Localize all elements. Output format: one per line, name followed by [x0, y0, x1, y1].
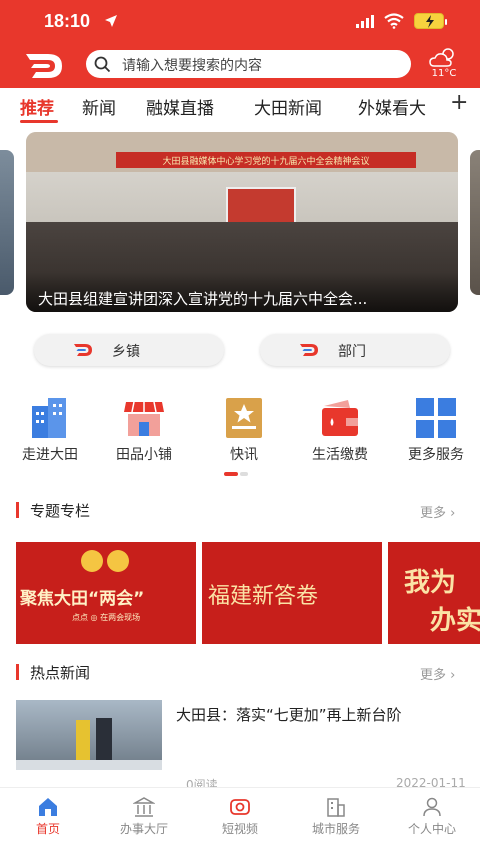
- city-service-icon: [327, 798, 345, 817]
- department-button[interactable]: 部门: [260, 334, 450, 366]
- tab-live[interactable]: 融媒直播: [146, 94, 214, 119]
- nav-city-service[interactable]: 城市服务: [288, 796, 384, 837]
- shortcut-label: 生活缴费: [312, 447, 368, 463]
- nav-label: 首页: [35, 822, 60, 836]
- topics-section-title: 专题专栏: [30, 502, 91, 520]
- search-icon: [94, 56, 111, 73]
- shortcut-label: 更多服务: [408, 447, 464, 463]
- user-icon: [423, 797, 441, 817]
- section-accent-bar: [16, 664, 19, 680]
- more-label: 更多: [420, 506, 447, 521]
- banner-prev-peek[interactable]: [0, 150, 14, 295]
- hot-news-more-link[interactable]: 更多 ›: [420, 664, 455, 683]
- banner-caption: 大田县组建宣讲团深入宣讲党的十九届六中全会...: [38, 290, 368, 308]
- news-thumb-person: [76, 720, 90, 760]
- grid-apps-icon: [416, 398, 456, 438]
- nav-profile[interactable]: 个人中心: [384, 796, 480, 837]
- shortcut-flash-news[interactable]: 快讯: [202, 396, 282, 466]
- nav-label: 办事大厅: [119, 822, 168, 836]
- status-time: 18:10: [44, 11, 91, 31]
- shortcut-page-indicator: [240, 472, 248, 476]
- tab-news[interactable]: 新闻: [82, 94, 116, 119]
- more-label: 更多: [420, 668, 447, 683]
- app-header: 18:10 请输入想要搜索的内容 11°C: [0, 0, 480, 88]
- section-accent-bar: [16, 502, 19, 518]
- township-label: 乡镇: [112, 344, 140, 360]
- government-hall-icon: [133, 797, 155, 817]
- topic-card-title: 聚焦大田“两会”: [20, 589, 145, 609]
- cloudy-weather-icon: [429, 48, 454, 67]
- status-bar: 18:10: [0, 0, 480, 44]
- tab-recommend[interactable]: 推荐: [20, 94, 54, 119]
- news-thumb-ground: [16, 760, 162, 770]
- nav-label: 个人中心: [407, 822, 456, 836]
- banner-projector-screen: [226, 187, 296, 225]
- shortcut-visit-datian[interactable]: 走进大田: [8, 396, 88, 466]
- wifi-icon: [384, 13, 404, 29]
- video-icon: [230, 799, 250, 815]
- department-label: 部门: [338, 344, 366, 360]
- active-tab-indicator: [20, 120, 58, 123]
- nav-home[interactable]: 首页: [0, 796, 96, 837]
- cellular-signal-icon: [356, 15, 374, 28]
- hot-news-section-title: 热点新闻: [30, 664, 91, 682]
- shortcut-shop[interactable]: 田品小铺: [102, 396, 182, 466]
- news-title[interactable]: 大田县：落实“七更加”再上新台阶: [176, 704, 466, 725]
- shortcut-label: 走进大田: [22, 447, 78, 463]
- topic-card-subtitle: 点点 ◎ 在两会现场: [72, 613, 141, 622]
- shortcut-label: 快讯: [230, 447, 258, 463]
- search-placeholder: 请输入想要搜索的内容: [122, 58, 262, 74]
- add-channel-icon[interactable]: +: [450, 90, 468, 115]
- emblem-icon: [81, 550, 129, 572]
- shortcut-page-indicator-active: [224, 472, 238, 476]
- topic-card-for-people[interactable]: 我为 办实: [388, 542, 480, 644]
- tab-datian-news[interactable]: 大田新闻: [254, 94, 322, 119]
- nav-service-hall[interactable]: 办事大厅: [96, 796, 192, 837]
- township-button[interactable]: 乡镇: [34, 334, 224, 366]
- department-logo-icon: [300, 344, 318, 356]
- channel-tabs: 推荐 新闻 融媒直播 大田新闻 外媒看大 +: [0, 88, 480, 124]
- shortcut-bill-pay[interactable]: 生活缴费: [298, 396, 378, 466]
- shop-icon: [124, 401, 164, 436]
- township-logo-icon: [74, 344, 92, 356]
- banner-next-peek[interactable]: [470, 150, 480, 295]
- home-icon: [39, 798, 57, 816]
- charging-bolt-icon: [426, 15, 434, 28]
- weather-widget[interactable]: 11°C: [428, 46, 460, 79]
- building-icon: [32, 398, 66, 438]
- banner-photo: 大田县融媒体中心学习党的十九届六中全会精神会议: [26, 132, 458, 227]
- battery-icon: [414, 13, 447, 29]
- app-logo-icon[interactable]: [22, 48, 66, 84]
- shortcut-more-services[interactable]: 更多服务: [394, 396, 474, 466]
- topic-card-two-sessions[interactable]: 聚焦大田“两会” 点点 ◎ 在两会现场: [16, 542, 196, 644]
- tab-foreign-media[interactable]: 外媒看大: [358, 94, 426, 119]
- banner-meeting-sign: 大田县融媒体中心学习党的十九届六中全会精神会议: [116, 152, 416, 168]
- nav-short-video[interactable]: 短视频: [192, 796, 288, 837]
- news-thumb-person: [96, 718, 112, 762]
- topic-card-title: 我为: [404, 568, 457, 598]
- nav-label: 短视频: [221, 822, 258, 836]
- banner-sign-text: 大田县融媒体中心学习党的十九届六中全会精神会议: [162, 157, 370, 167]
- featured-banner[interactable]: 大田县融媒体中心学习党的十九届六中全会精神会议 大田县组建宣讲团深入宣讲党的十九…: [26, 132, 458, 312]
- location-arrow-icon: [105, 15, 117, 27]
- nav-label: 城市服务: [311, 822, 360, 836]
- wallet-icon: [322, 400, 358, 436]
- topic-card-fujian[interactable]: 福建新答卷: [202, 542, 382, 644]
- star-news-icon: [226, 398, 262, 438]
- topics-more-link[interactable]: 更多 ›: [420, 502, 455, 521]
- weather-temperature: 11°C: [431, 68, 457, 79]
- topic-card-title-2: 办实: [430, 606, 480, 636]
- news-thumbnail[interactable]: [16, 700, 162, 770]
- shortcut-label: 田品小铺: [116, 447, 172, 463]
- bottom-navigation: 首页 办事大厅 短视频 城市服务 个人中心: [0, 787, 480, 853]
- topic-card-title: 福建新答卷: [208, 584, 319, 609]
- search-input[interactable]: 请输入想要搜索的内容: [86, 50, 411, 78]
